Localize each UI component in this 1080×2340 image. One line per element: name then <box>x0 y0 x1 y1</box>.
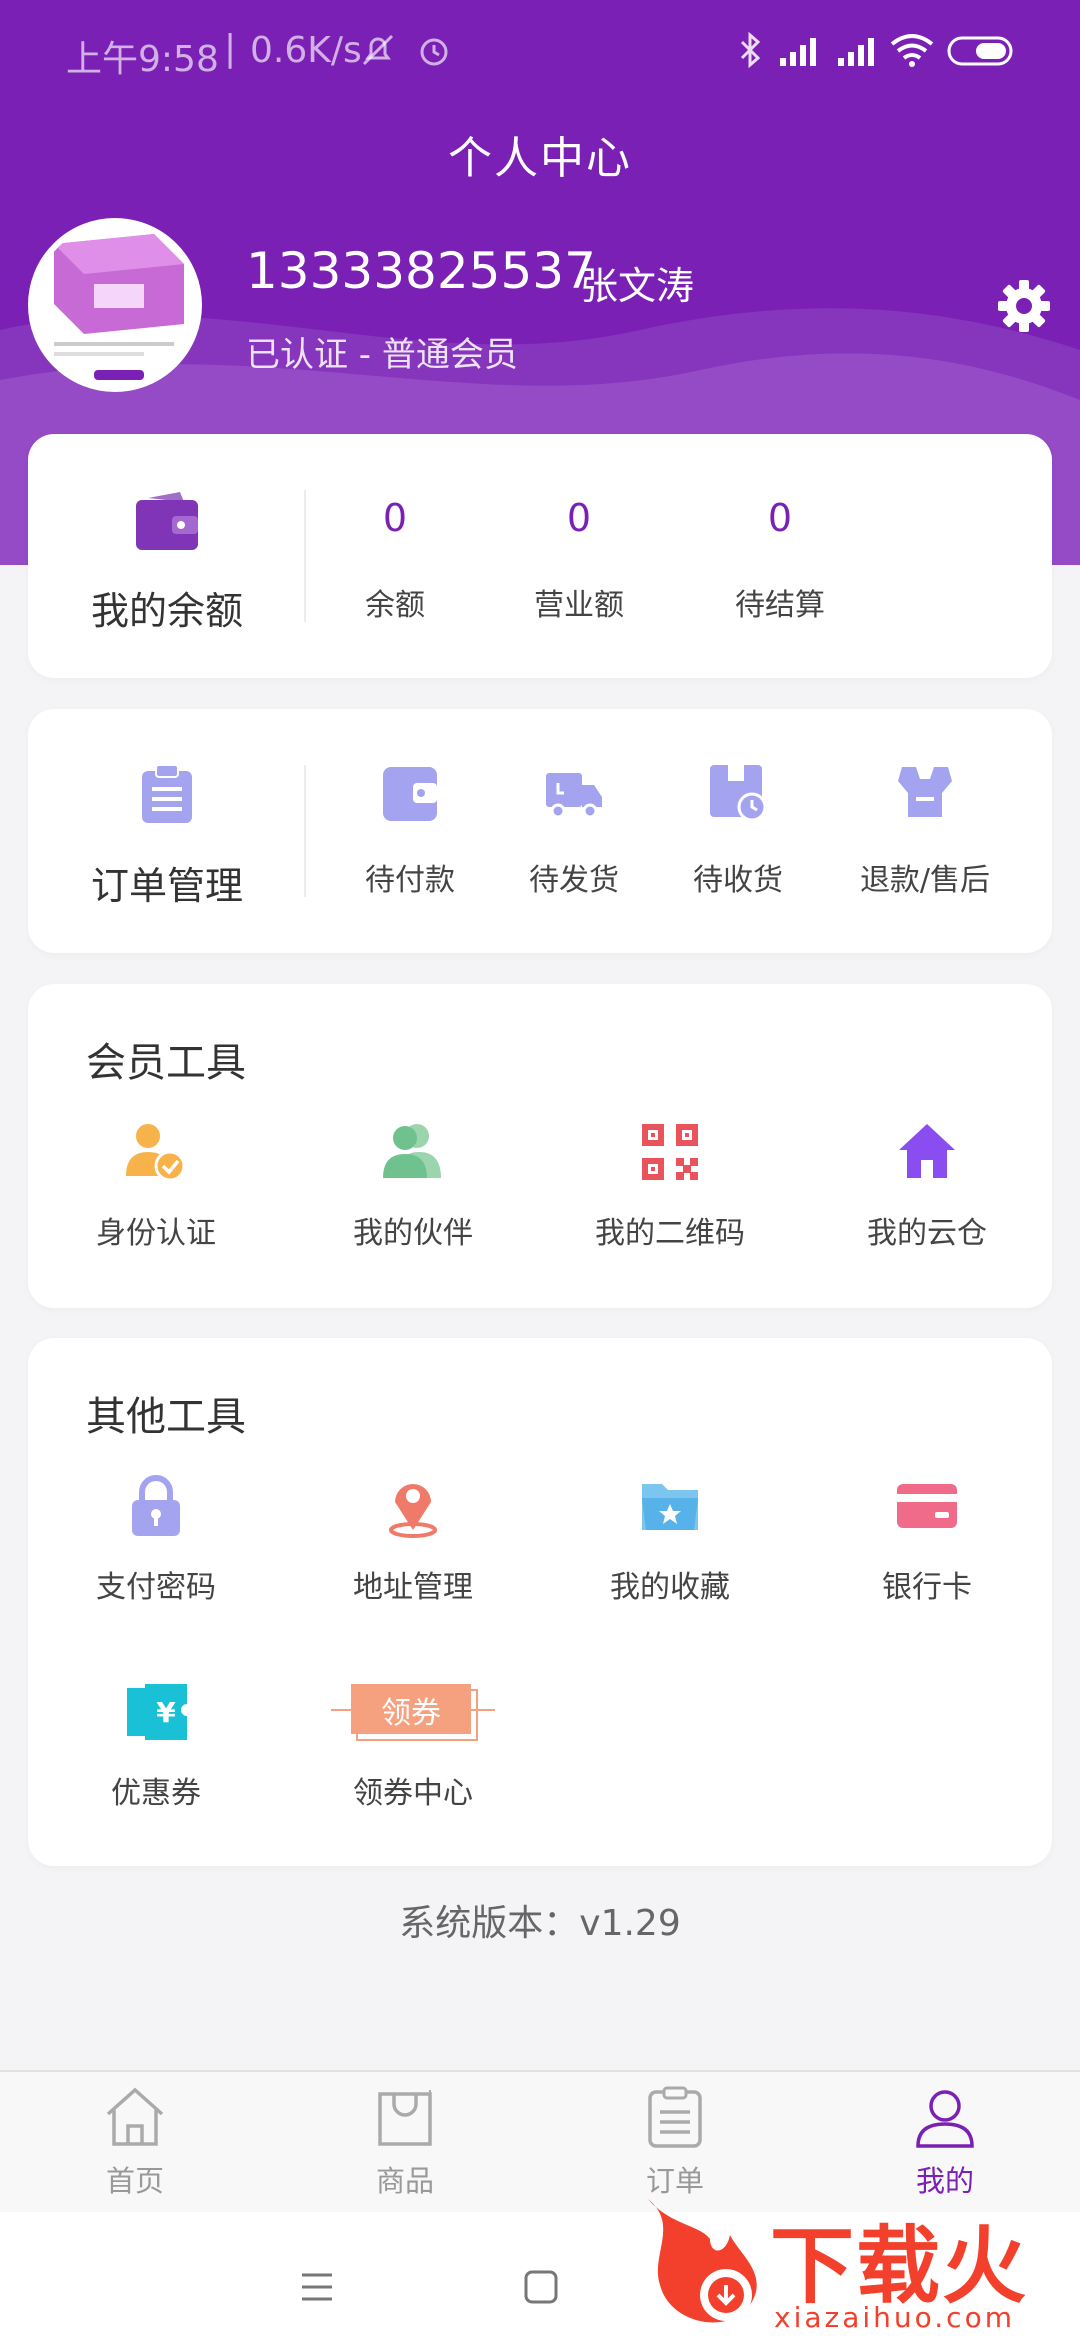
tab-home-label: 首页 <box>105 2164 164 2198</box>
identity-verify-label: 身份认证 <box>96 1216 216 1251</box>
payment-password-label: 支付密码 <box>96 1570 216 1605</box>
lock-icon <box>132 1475 180 1536</box>
member-status: 已认证 - 普通会员 <box>246 335 518 375</box>
status-time: 上午9:58 <box>66 39 219 80</box>
tool-coupon[interactable]: ¥ 优惠券 <box>41 1680 271 1830</box>
coupon-center-icon: 领券 <box>331 1682 495 1742</box>
tool-my-cloud-warehouse[interactable]: 我的云仓 <box>812 1120 1042 1270</box>
order-management-card: 订单管理 待付款 待发货 待收货 退款/售后 <box>28 709 1052 953</box>
menu-icon[interactable] <box>300 2272 334 2302</box>
coupon-center-label: 领券中心 <box>353 1776 473 1811</box>
tool-coupon-center[interactable]: 领券 领券中心 <box>298 1680 528 1830</box>
balance-card: 我的余额 0 余额 0 营业额 0 待结算 <box>28 434 1052 678</box>
revenue-label: 营业额 <box>534 588 624 623</box>
pending-shipment-label: 待发货 <box>529 863 619 898</box>
alarm-icon <box>420 38 448 66</box>
tab-orders[interactable]: 订单 <box>540 2072 810 2214</box>
identity-verify-icon <box>126 1124 186 1182</box>
address-management-label: 地址管理 <box>353 1570 473 1605</box>
watermark-logo: 下载火 xiazaihuo.com <box>640 2195 1080 2340</box>
tab-products-label: 商品 <box>375 2164 434 2198</box>
home-square-icon[interactable] <box>524 2270 558 2304</box>
status-separator: | <box>224 28 237 69</box>
shopping-bag-icon <box>378 2090 432 2146</box>
member-tools-title: 会员工具 <box>86 1040 246 1086</box>
user-icon <box>916 2090 974 2148</box>
tab-orders-label: 订单 <box>645 2164 704 2198</box>
avatar[interactable] <box>28 218 202 392</box>
signal-icon <box>838 38 874 66</box>
page-title: 个人中心 <box>448 133 632 184</box>
bank-card-label: 银行卡 <box>882 1570 972 1605</box>
watermark-url: xiazaihuo.com <box>774 2301 1015 2334</box>
delivery-truck-icon <box>546 773 602 819</box>
pending-settlement-value: 0 <box>767 496 793 540</box>
tool-my-favorites[interactable]: 我的收藏 <box>555 1474 785 1624</box>
bank-card-icon <box>897 1484 957 1528</box>
tool-my-partners[interactable]: 我的伙伴 <box>298 1120 528 1270</box>
tab-products[interactable]: 商品 <box>270 2072 540 2214</box>
member-tools-card: 会员工具 身份认证 我的伙伴 我的二维码 我的云仓 <box>28 984 1052 1308</box>
network-speed: 0.6K/s <box>250 30 362 71</box>
signal-hd-icon <box>780 38 816 66</box>
folder-star-icon <box>642 1484 698 1530</box>
tool-my-qrcode[interactable]: 我的二维码 <box>555 1120 785 1270</box>
my-partners-label: 我的伙伴 <box>353 1216 473 1251</box>
home-outline-icon <box>106 2087 164 2146</box>
tool-address-management[interactable]: 地址管理 <box>298 1474 528 1624</box>
wifi-icon <box>890 34 934 67</box>
user-phone: 13333825537 <box>246 242 596 300</box>
wrench-service-icon <box>898 767 952 817</box>
system-version: 系统版本：v1.29 <box>399 1903 681 1944</box>
svg-text:¥: ¥ <box>156 1696 176 1729</box>
tab-home[interactable]: 首页 <box>0 2072 270 2214</box>
partners-icon <box>383 1124 441 1178</box>
divider <box>304 765 306 897</box>
balance-value: 0 <box>382 496 408 540</box>
revenue-value: 0 <box>566 496 592 540</box>
order-list-icon <box>648 2086 702 2148</box>
coupon-center-badge: 领券 <box>381 1696 441 1731</box>
battery-icon <box>947 36 1013 66</box>
qrcode-icon <box>642 1124 698 1180</box>
settings-gear-icon[interactable] <box>996 278 1052 334</box>
tool-payment-password[interactable]: 支付密码 <box>41 1474 271 1624</box>
pending-payment-label: 待付款 <box>365 863 455 898</box>
my-favorites-label: 我的收藏 <box>610 1570 730 1605</box>
clipboard-icon <box>142 765 192 823</box>
order-management-label[interactable]: 订单管理 <box>47 855 287 910</box>
my-balance-label: 我的余额 <box>90 589 243 633</box>
tab-me-label: 我的 <box>915 2164 974 2198</box>
tab-me[interactable]: 我的 <box>810 2072 1080 2214</box>
user-name: 张文涛 <box>580 264 695 308</box>
wallet-card-icon <box>383 767 437 821</box>
tool-bank-card[interactable]: 银行卡 <box>812 1474 1042 1624</box>
status-bar: 上午9:58 | 0.6K/s <box>0 0 1080 104</box>
bluetooth-icon <box>740 31 761 69</box>
my-cloud-warehouse-label: 我的云仓 <box>867 1216 987 1251</box>
coupon-label: 优惠券 <box>111 1776 201 1811</box>
balance-label: 余额 <box>365 588 425 623</box>
tool-identity-verify[interactable]: 身份认证 <box>41 1120 271 1270</box>
bottom-tab-bar: 首页 商品 订单 我的 <box>0 2070 1080 2212</box>
my-qrcode-label: 我的二维码 <box>595 1216 745 1251</box>
coupon-icon: ¥ <box>127 1684 187 1740</box>
mute-notification-icon <box>362 34 394 66</box>
wallet-icon <box>136 492 198 550</box>
other-tools-title: 其他工具 <box>86 1394 246 1440</box>
home-icon <box>899 1124 955 1178</box>
location-pin-icon <box>389 1484 437 1538</box>
refund-aftersales-label: 退款/售后 <box>859 863 991 898</box>
pending-settlement-label: 待结算 <box>735 588 825 623</box>
package-clock-icon <box>710 765 767 822</box>
other-tools-card: 其他工具 支付密码 地址管理 我的收藏 银行卡 ¥ 优惠券 领券 领券中心 <box>28 1338 1052 1866</box>
pending-receipt-label: 待收货 <box>693 863 783 898</box>
